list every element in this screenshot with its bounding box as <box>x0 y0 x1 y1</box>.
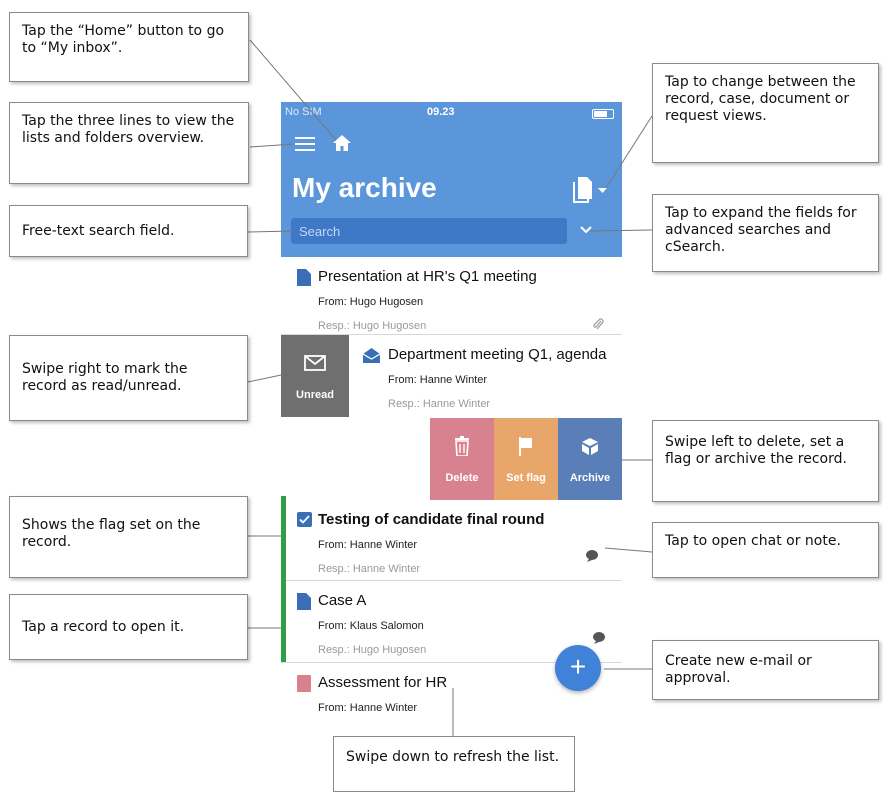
callout-flag: Shows the flag set on the record. <box>9 496 248 578</box>
callout-create: Create new e-mail or approval. <box>652 640 879 700</box>
callout-menu: Tap the three lines to view the lists an… <box>9 102 249 184</box>
callout-home: Tap the “Home” button to go to “My inbox… <box>9 12 249 82</box>
callout-open: Tap a record to open it. <box>9 594 248 660</box>
callout-unread: Swipe right to mark the record as read/u… <box>9 335 248 421</box>
callout-chat: Tap to open chat or note. <box>652 522 879 578</box>
callout-swipe-left: Swipe left to delete, set a flag or arch… <box>652 420 879 502</box>
callout-search: Free-text search field. <box>9 205 248 257</box>
callout-refresh: Swipe down to refresh the list. <box>333 736 575 792</box>
callout-expand: Tap to expand the fields for advanced se… <box>652 194 879 272</box>
callout-views: Tap to change between the record, case, … <box>652 63 879 163</box>
